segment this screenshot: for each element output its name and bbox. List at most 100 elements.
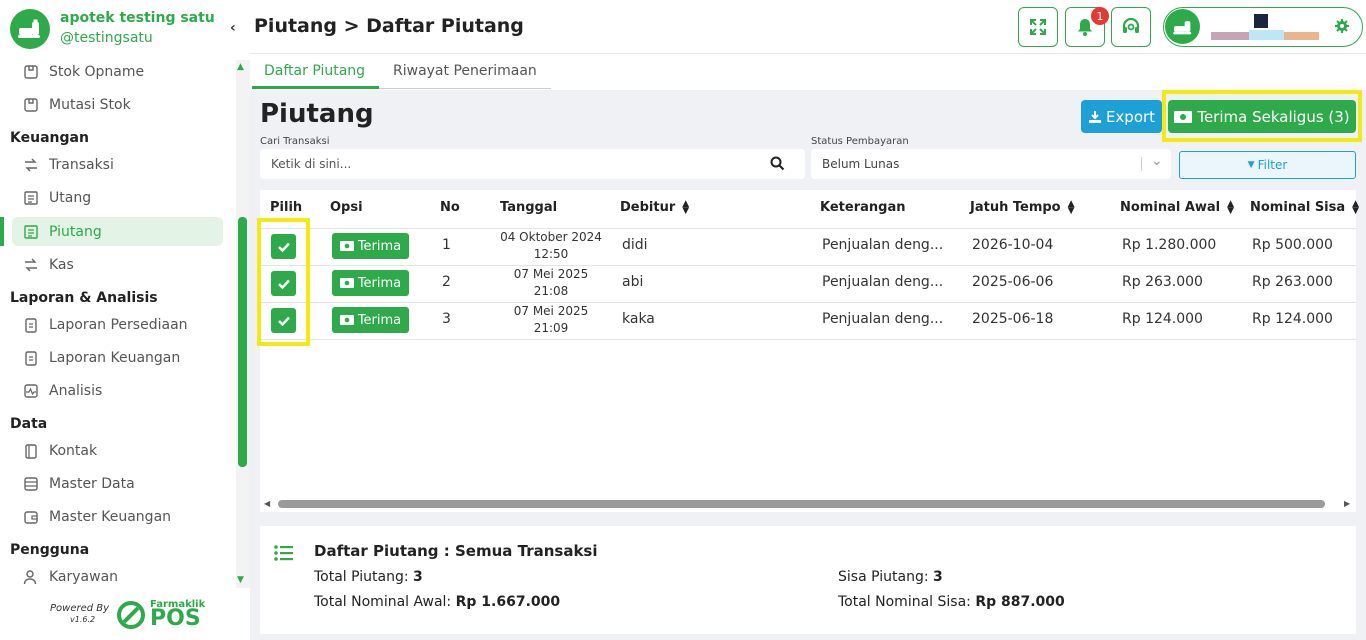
export-button[interactable]: Export xyxy=(1081,100,1162,133)
header-jatuh-tempo[interactable]: Jatuh Tempo ▲ ▼ xyxy=(970,199,1075,215)
terima-sekaligus-button[interactable]: Terima Sekaligus (3) xyxy=(1168,100,1356,133)
sort-icon[interactable]: ▲ ▼ xyxy=(682,199,689,215)
sidebar-item-label: Stok Opname xyxy=(49,63,145,80)
box-icon xyxy=(22,63,40,81)
cell-jatuh-tempo: 2026-10-04 xyxy=(972,237,1054,253)
header-nominal-sisa[interactable]: Nominal Sisa ▲ ▼ xyxy=(1250,199,1359,215)
cell-jatuh-tempo: 2025-06-06 xyxy=(972,274,1054,290)
terima-button[interactable]: Terima xyxy=(332,270,409,296)
notification-badge: 1 xyxy=(1091,7,1109,25)
gear-icon[interactable] xyxy=(1334,18,1350,38)
search-icon[interactable] xyxy=(770,156,785,175)
sidebar-item-analisis[interactable]: Analisis xyxy=(12,376,223,405)
total-sisa-label: Total Nominal Sisa: xyxy=(838,594,971,610)
sidebar-item-laporan-persediaan[interactable]: Laporan Persediaan xyxy=(12,310,223,339)
header-nominal-awal[interactable]: Nominal Awal ▲ ▼ xyxy=(1120,199,1234,215)
users-icon xyxy=(22,568,40,586)
total-awal-value: Rp 1.667.000 xyxy=(455,594,561,610)
sidebar-item-label: Kontak xyxy=(49,442,98,459)
terima-button[interactable]: Terima xyxy=(332,233,409,259)
sort-icon[interactable]: ▲ ▼ xyxy=(1227,199,1234,215)
tab-daftar-piutang[interactable]: Daftar Piutang xyxy=(264,63,365,79)
redacted-avatar xyxy=(1254,14,1268,28)
row-checkbox[interactable] xyxy=(271,308,296,333)
expand-icon xyxy=(1030,19,1046,35)
cell-nominal-awal: Rp 124.000 xyxy=(1122,311,1203,327)
sidebar-item-transaksi[interactable]: Transaksi xyxy=(12,150,223,179)
redacted-name xyxy=(1284,32,1319,40)
active-indicator xyxy=(0,217,4,246)
cell-date: 07 Mei 2025 xyxy=(513,267,589,281)
sidebar-item-master-keuangan[interactable]: Master Keuangan xyxy=(12,502,223,531)
total-nominal-awal: Total Nominal Awal: Rp 1.667.000 xyxy=(314,594,560,610)
chevron-down-icon[interactable]: ⌄ xyxy=(1151,153,1163,169)
status-select[interactable]: Belum Lunas xyxy=(811,149,1171,179)
sidebar-item-piutang[interactable]: Piutang xyxy=(12,217,223,246)
collapse-sidebar-icon[interactable]: ‹ xyxy=(230,20,236,36)
scroll-left-icon[interactable]: ◀ xyxy=(264,499,270,508)
sidebar-scroll-thumb[interactable] xyxy=(238,217,247,467)
powered-by: Powered By xyxy=(50,603,110,614)
clipboard-icon xyxy=(22,316,40,334)
total-piutang-label: Total Piutang: xyxy=(314,569,409,585)
sidebar-item-label: Transaksi xyxy=(49,156,114,173)
sidebar-item-label: Karyawan xyxy=(49,568,119,585)
scroll-down-icon[interactable]: ▼ xyxy=(237,575,244,585)
cell-no: 1 xyxy=(442,237,451,253)
support-button[interactable] xyxy=(1111,7,1151,47)
cell-jatuh-tempo: 2025-06-18 xyxy=(972,311,1054,327)
terima-sekaligus-label: Terima Sekaligus (3) xyxy=(1197,107,1350,126)
terima-button[interactable]: Terima xyxy=(332,307,409,333)
store-logo xyxy=(10,9,50,49)
sidebar-item-karyawan[interactable]: Karyawan xyxy=(12,562,223,591)
total-awal-label: Total Nominal Awal: xyxy=(314,594,452,610)
sort-icon[interactable]: ▲ ▼ xyxy=(1068,199,1075,215)
search-input[interactable]: Ketik di sini... xyxy=(260,149,805,179)
sidebar-item-utang[interactable]: Utang xyxy=(12,183,223,212)
fullscreen-button[interactable] xyxy=(1018,7,1058,47)
row-checkbox[interactable] xyxy=(271,271,296,296)
export-label: Export xyxy=(1105,107,1156,126)
scroll-right-icon[interactable]: ▶ xyxy=(1344,499,1350,508)
header-debitur[interactable]: Debitur ▲ ▼ xyxy=(620,199,689,215)
sidebar-item-stok-opname[interactable]: Stok Opname xyxy=(12,57,223,86)
row-divider xyxy=(260,228,1356,229)
profile-avatar xyxy=(1165,9,1200,44)
cell-nominal-awal: Rp 1.280.000 xyxy=(1122,237,1217,253)
sidebar-item-master-data[interactable]: Master Data xyxy=(12,469,223,498)
sort-icon[interactable]: ▲ ▼ xyxy=(1352,199,1359,215)
sidebar-item-kas[interactable]: Kas xyxy=(12,250,223,279)
cell-nominal-sisa: Rp 124.000 xyxy=(1252,311,1333,327)
header-keterangan: Keterangan xyxy=(820,200,906,215)
exchange-icon xyxy=(22,256,40,274)
summary-title: Daftar Piutang : Semua Transaksi xyxy=(314,542,598,560)
table-horizontal-scrollbar[interactable] xyxy=(278,500,1325,508)
header-nominal-sisa-label: Nominal Sisa xyxy=(1250,200,1346,215)
row-checkbox[interactable] xyxy=(271,234,296,259)
profile-menu[interactable] xyxy=(1163,7,1363,47)
terima-label: Terima xyxy=(357,238,402,254)
list-icon xyxy=(274,544,294,566)
sidebar-item-kontak[interactable]: Kontak xyxy=(12,436,223,465)
clipboard-icon xyxy=(22,349,40,367)
sidebar-item-label: Piutang xyxy=(49,223,102,240)
sidebar-heading-keuangan: Keuangan xyxy=(10,130,89,146)
filter-label: Filter xyxy=(1257,158,1288,172)
filter-button[interactable]: ▼ Filter xyxy=(1179,151,1356,179)
tab-underline xyxy=(379,88,551,89)
database-icon xyxy=(22,475,40,493)
scroll-up-icon[interactable]: ▲ xyxy=(237,62,244,72)
sidebar-item-label: Laporan Persediaan xyxy=(49,316,188,333)
header-no: No xyxy=(440,200,460,215)
check-icon xyxy=(277,242,290,252)
tab-riwayat-penerimaan[interactable]: Riwayat Penerimaan xyxy=(393,63,537,79)
sidebar-item-mutasi-stok[interactable]: Mutasi Stok xyxy=(12,90,223,119)
sidebar-item-laporan-keuangan[interactable]: Laporan Keuangan xyxy=(12,343,223,372)
cell-time: 21:08 xyxy=(533,284,569,298)
sidebar: apotek testing satu @testingsatu ‹ Stok … xyxy=(0,0,236,640)
total-piutang: Total Piutang: 3 xyxy=(314,569,423,585)
cell-keterangan: Penjualan deng... xyxy=(822,237,944,253)
header-pilih: Pilih xyxy=(270,200,303,215)
cell-nominal-awal: Rp 263.000 xyxy=(1122,274,1203,290)
row-divider xyxy=(260,265,1356,266)
